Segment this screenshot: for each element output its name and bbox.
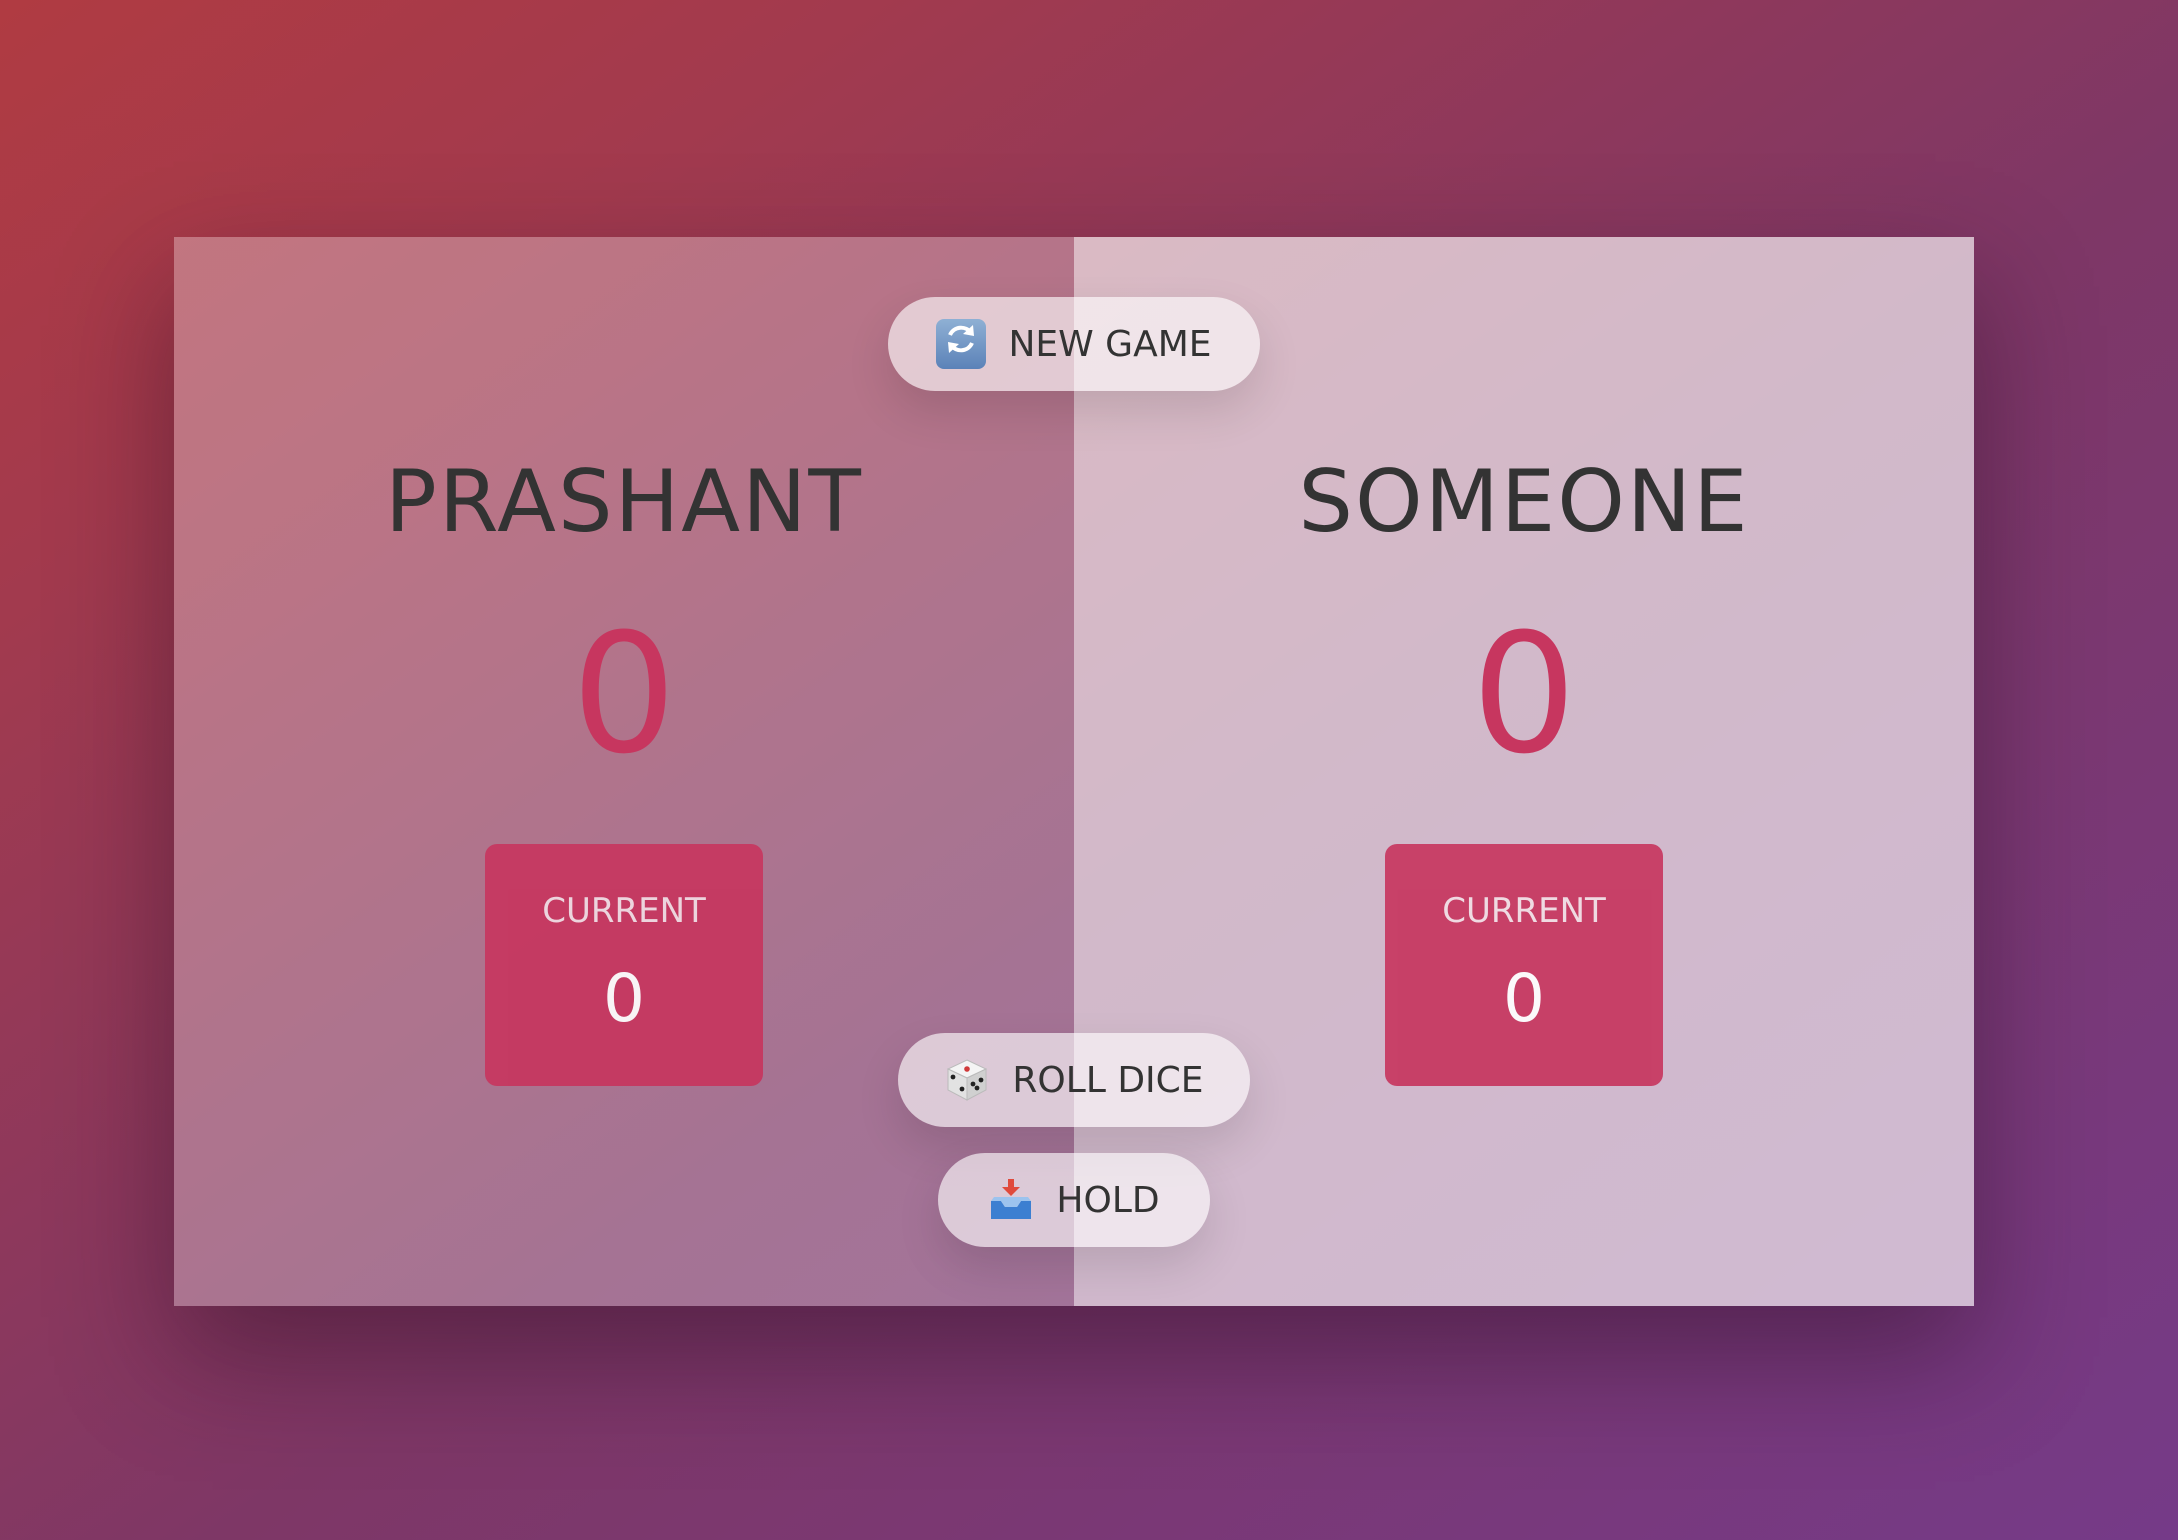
inbox-tray-icon [988, 1177, 1034, 1223]
player-1-name: SOMEONE [1298, 452, 1750, 552]
player-1-current-box: CURRENT 0 [1385, 844, 1663, 1086]
hold-label: HOLD [1056, 1179, 1160, 1221]
roll-dice-label: ROLL DICE [1012, 1059, 1204, 1101]
player-1-panel: SOMEONE 0 CURRENT 0 [1074, 237, 1974, 1306]
new-game-button[interactable]: NEW GAME [888, 297, 1260, 391]
player-0-total-score: 0 [571, 598, 677, 790]
player-0-panel: PRASHANT 0 CURRENT 0 [174, 237, 1074, 1306]
player-1-current-score: 0 [1503, 960, 1545, 1037]
roll-dice-button[interactable]: ROLL DICE [898, 1033, 1250, 1127]
refresh-icon [936, 319, 987, 369]
new-game-label: NEW GAME [1008, 323, 1212, 365]
player-0-current-score: 0 [603, 960, 645, 1037]
player-0-name: PRASHANT [385, 452, 863, 552]
player-0-current-box: CURRENT 0 [485, 844, 763, 1086]
game-board: PRASHANT 0 CURRENT 0 SOMEONE 0 CURRENT 0 [174, 237, 1974, 1306]
player-1-current-label: CURRENT [1442, 891, 1606, 931]
dice-icon [944, 1057, 990, 1103]
hold-button[interactable]: HOLD [938, 1153, 1210, 1247]
player-0-current-label: CURRENT [542, 891, 706, 931]
player-1-total-score: 0 [1471, 598, 1577, 790]
